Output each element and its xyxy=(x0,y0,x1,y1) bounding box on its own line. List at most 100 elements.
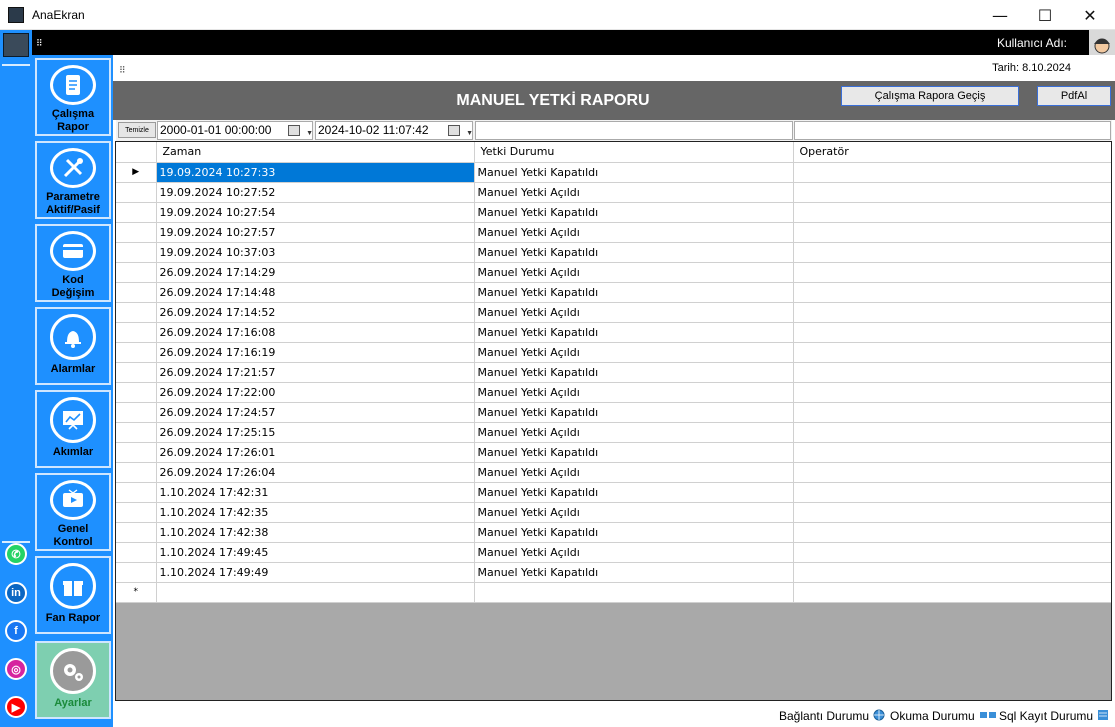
table-row[interactable]: 26.09.2024 17:14:48 Manuel Yetki Kapatıld… xyxy=(116,282,1111,303)
cell-yetki-durumu[interactable]: Manuel Yetki Kapatıldı xyxy=(474,522,794,543)
table-row[interactable]: 26.09.2024 17:24:57 Manuel Yetki Kapatıld… xyxy=(116,402,1111,423)
cell-yetki-durumu[interactable]: Manuel Yetki Kapatıldı xyxy=(474,322,794,343)
table-row[interactable]: 26.09.2024 17:14:52 Manuel Yetki Açıldı xyxy=(116,302,1111,323)
column-header-operator[interactable]: Operatör xyxy=(793,142,1111,163)
chevron-down-icon[interactable]: ▼ xyxy=(466,125,473,142)
row-header[interactable] xyxy=(116,262,157,283)
status-filter-field[interactable] xyxy=(475,121,793,140)
cell-operator[interactable] xyxy=(793,242,1111,263)
close-button[interactable]: ✕ xyxy=(1067,0,1113,30)
cell-zaman[interactable]: 26.09.2024 17:14:48 xyxy=(156,282,475,303)
cell-zaman[interactable]: 26.09.2024 17:14:29 xyxy=(156,262,475,283)
cell-zaman[interactable]: 1.10.2024 17:42:31 xyxy=(156,482,475,503)
cell-operator[interactable] xyxy=(793,382,1111,403)
cell-operator[interactable] xyxy=(793,342,1111,363)
cell-operator[interactable] xyxy=(793,362,1111,383)
cell-yetki-durumu[interactable]: Manuel Yetki Kapatıldı xyxy=(474,482,794,503)
table-row[interactable]: 19.09.2024 10:27:57 Manuel Yetki Açıldı xyxy=(116,222,1111,243)
row-header[interactable] xyxy=(116,442,157,463)
table-row[interactable]: 1.10.2024 17:49:49 Manuel Yetki Kapatıldı xyxy=(116,562,1111,583)
row-header[interactable] xyxy=(116,282,157,303)
row-header[interactable] xyxy=(116,482,157,503)
row-header[interactable] xyxy=(116,562,157,583)
column-header-zaman[interactable]: Zaman xyxy=(156,142,475,163)
sidebar-item-tools[interactable]: Parametre Aktif/Pasif xyxy=(35,141,111,219)
calendar-icon[interactable] xyxy=(448,125,460,136)
sidebar-item-bell[interactable]: Alarmlar xyxy=(35,307,111,385)
cell-yetki-durumu[interactable]: Manuel Yetki Açıldı xyxy=(474,262,794,283)
pdf-button[interactable]: PdfAl xyxy=(1037,86,1111,106)
cell-operator[interactable] xyxy=(793,302,1111,323)
cell-yetki-durumu[interactable]: Manuel Yetki Açıldı xyxy=(474,222,794,243)
calendar-icon[interactable] xyxy=(288,125,300,136)
table-row[interactable]: 26.09.2024 17:14:29 Manuel Yetki Açıldı xyxy=(116,262,1111,283)
cell-yetki-durumu[interactable]: Manuel Yetki Açıldı xyxy=(474,182,794,203)
table-row[interactable]: 26.09.2024 17:26:01 Manuel Yetki Kapatıld… xyxy=(116,442,1111,463)
row-header[interactable] xyxy=(116,242,157,263)
cell-operator[interactable] xyxy=(793,202,1111,223)
table-row[interactable]: 1.10.2024 17:42:35 Manuel Yetki Açıldı xyxy=(116,502,1111,523)
cell-yetki-durumu[interactable]: Manuel Yetki Kapatıldı xyxy=(474,242,794,263)
cell-zaman[interactable]: 26.09.2024 17:16:08 xyxy=(156,322,475,343)
clear-button[interactable]: Temizle xyxy=(118,122,156,138)
minimize-button[interactable]: — xyxy=(977,0,1023,30)
new-row-cell[interactable] xyxy=(793,582,1111,603)
cell-yetki-durumu[interactable]: Manuel Yetki Açıldı xyxy=(474,422,794,443)
row-header[interactable] xyxy=(116,322,157,343)
cell-operator[interactable] xyxy=(793,522,1111,543)
new-row-cell[interactable] xyxy=(474,582,794,603)
cell-zaman[interactable]: 26.09.2024 17:26:01 xyxy=(156,442,475,463)
cell-zaman[interactable]: 26.09.2024 17:25:15 xyxy=(156,422,475,443)
cell-operator[interactable] xyxy=(793,282,1111,303)
cell-zaman[interactable]: 1.10.2024 17:49:45 xyxy=(156,542,475,563)
cell-zaman[interactable]: 26.09.2024 17:24:57 xyxy=(156,402,475,423)
cell-yetki-durumu[interactable]: Manuel Yetki Kapatıldı xyxy=(474,162,794,183)
cell-yetki-durumu[interactable]: Manuel Yetki Kapatıldı xyxy=(474,402,794,423)
cell-operator[interactable] xyxy=(793,162,1111,183)
cell-operator[interactable] xyxy=(793,562,1111,583)
row-header[interactable] xyxy=(116,222,157,243)
switch-report-button[interactable]: Çalışma Rapora Geçiş xyxy=(841,86,1019,106)
cell-zaman[interactable]: 19.09.2024 10:27:33 xyxy=(156,162,475,183)
cell-yetki-durumu[interactable]: Manuel Yetki Açıldı xyxy=(474,502,794,523)
table-row[interactable]: 1.10.2024 17:42:31 Manuel Yetki Kapatıldı xyxy=(116,482,1111,503)
cell-operator[interactable] xyxy=(793,222,1111,243)
cell-yetki-durumu[interactable]: Manuel Yetki Kapatıldı xyxy=(474,562,794,583)
row-header[interactable] xyxy=(116,362,157,383)
sidebar-item-gift[interactable]: Fan Rapor xyxy=(35,556,111,634)
cell-zaman[interactable]: 26.09.2024 17:26:04 xyxy=(156,462,475,483)
cell-operator[interactable] xyxy=(793,482,1111,503)
cell-zaman[interactable]: 1.10.2024 17:42:38 xyxy=(156,522,475,543)
cell-operator[interactable] xyxy=(793,262,1111,283)
table-row[interactable]: ▶ 19.09.2024 10:27:33 Manuel Yetki Kapatıl… xyxy=(116,162,1111,183)
sidebar-item-gears[interactable]: Ayarlar xyxy=(35,641,111,719)
cell-zaman[interactable]: 1.10.2024 17:42:35 xyxy=(156,502,475,523)
youtube-icon[interactable]: ▶ xyxy=(5,696,27,718)
row-header[interactable] xyxy=(116,522,157,543)
instagram-icon[interactable]: ◎ xyxy=(5,658,27,680)
row-header[interactable] xyxy=(116,502,157,523)
cell-yetki-durumu[interactable]: Manuel Yetki Açıldı xyxy=(474,462,794,483)
cell-yetki-durumu[interactable]: Manuel Yetki Kapatıldı xyxy=(474,362,794,383)
cell-yetki-durumu[interactable]: Manuel Yetki Açıldı xyxy=(474,302,794,323)
facebook-icon[interactable]: f xyxy=(5,620,27,642)
cell-operator[interactable] xyxy=(793,322,1111,343)
new-row-cell[interactable] xyxy=(156,582,475,603)
sidebar-item-card[interactable]: Kod Değişim xyxy=(35,224,111,302)
row-header[interactable] xyxy=(116,382,157,403)
sidebar-item-chart-board[interactable]: Akımlar xyxy=(35,390,111,468)
cell-operator[interactable] xyxy=(793,182,1111,203)
date-to-picker[interactable]: 2024-10-02 11:07:42 ▼ xyxy=(315,121,473,140)
linkedin-icon[interactable]: in xyxy=(5,582,27,604)
row-header[interactable] xyxy=(116,402,157,423)
new-row[interactable]: * xyxy=(116,582,1111,603)
cell-yetki-durumu[interactable]: Manuel Yetki Açıldı xyxy=(474,542,794,563)
cell-operator[interactable] xyxy=(793,502,1111,523)
sidebar-item-tv[interactable]: Genel Kontrol xyxy=(35,473,111,551)
whatsapp-icon[interactable]: ✆ xyxy=(5,543,27,565)
cell-operator[interactable] xyxy=(793,442,1111,463)
cell-operator[interactable] xyxy=(793,542,1111,563)
table-row[interactable]: 26.09.2024 17:16:19 Manuel Yetki Açıldı xyxy=(116,342,1111,363)
table-row[interactable]: 26.09.2024 17:26:04 Manuel Yetki Açıldı xyxy=(116,462,1111,483)
row-header[interactable] xyxy=(116,422,157,443)
